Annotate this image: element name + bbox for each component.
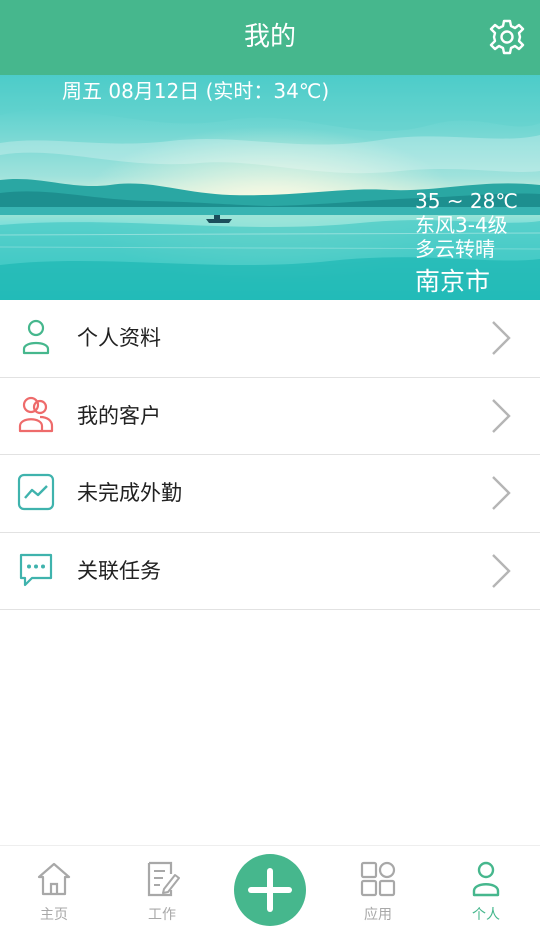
gear-icon[interactable] — [488, 18, 526, 56]
wind-info: 东风3-4级 — [415, 213, 508, 237]
page-title: 我的 — [243, 22, 296, 52]
tab-personal[interactable]: 个人 — [432, 846, 540, 927]
tab-apps[interactable]: 应用 — [324, 846, 432, 927]
tab-home[interactable]: 主页 — [0, 846, 108, 927]
apps-grid-icon — [360, 860, 396, 898]
temperature-range: 35 ~ 28℃ — [415, 189, 518, 213]
user-profile-icon — [16, 317, 56, 357]
weather-banner: 周五 08月12日 (实时：34℃) 35 ~ 28℃ 东风3-4级 多云转晴 … — [0, 75, 540, 300]
tab-label: 主页 — [40, 907, 68, 923]
chevron-right-icon — [490, 398, 512, 434]
menu-item-label: 个人资料 — [77, 326, 161, 350]
app-header: 我的 — [0, 0, 540, 75]
person-icon — [468, 860, 504, 898]
menu-item-label: 关联任务 — [77, 558, 161, 583]
tab-work[interactable]: 工作 — [108, 846, 216, 927]
menu-item-profile[interactable]: 个人资料 — [0, 300, 540, 378]
edit-note-icon — [144, 860, 180, 898]
tab-label: 应用 — [364, 907, 392, 923]
profile-menu: 个人资料 我的客户 未完成外勤 关联任务 — [0, 300, 540, 610]
tab-label: 工作 — [148, 907, 176, 923]
plus-icon — [248, 868, 292, 912]
date-realtime-temp: 周五 08月12日 (实时：34℃) — [62, 79, 330, 103]
home-icon — [36, 860, 72, 898]
city-name: 南京市 — [415, 267, 491, 296]
menu-item-related-tasks[interactable]: 关联任务 — [0, 532, 540, 610]
tab-label: 个人 — [472, 907, 500, 923]
menu-item-label: 未完成外勤 — [77, 481, 182, 505]
add-button[interactable] — [234, 854, 306, 926]
menu-item-label: 我的客户 — [77, 403, 161, 428]
customers-icon — [16, 395, 56, 435]
chevron-right-icon — [490, 553, 512, 589]
menu-item-customers[interactable]: 我的客户 — [0, 377, 540, 455]
trend-chart-icon — [16, 472, 56, 512]
weather-condition: 多云转晴 — [415, 237, 495, 261]
chevron-right-icon — [490, 475, 512, 511]
menu-item-pending-fieldwork[interactable]: 未完成外勤 — [0, 455, 540, 533]
chat-bubble-icon — [16, 550, 56, 590]
chevron-right-icon — [490, 320, 512, 356]
